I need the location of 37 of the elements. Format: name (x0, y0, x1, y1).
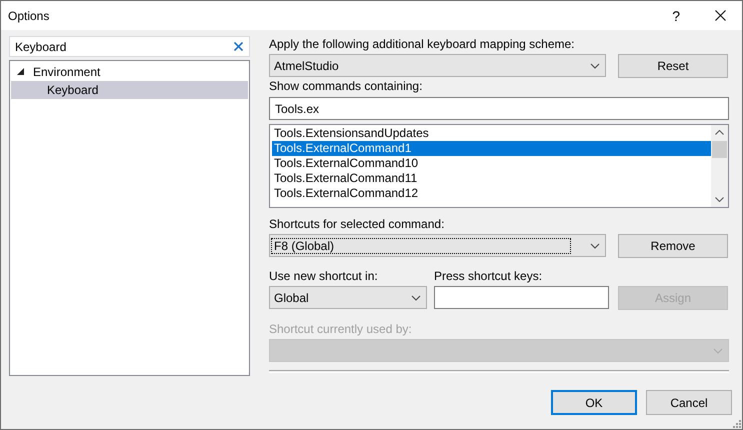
scroll-down-icon[interactable] (715, 197, 724, 202)
chevron-down-icon (590, 62, 600, 68)
dialog-button[interactable]: OK (551, 390, 637, 415)
scrollbar[interactable] (711, 125, 728, 207)
chevron-down-icon (411, 294, 421, 300)
used-by-label: Shortcut currently used by: (269, 322, 413, 337)
shortcut-keys-field[interactable] (434, 286, 609, 309)
scroll-up-icon[interactable] (715, 130, 724, 135)
scroll-thumb[interactable] (712, 141, 727, 158)
tree-item[interactable]: Keyboard (11, 81, 248, 99)
command-item[interactable]: Tools.ExtensionsandUpdates (272, 126, 711, 141)
remove-button[interactable]: Remove (618, 234, 728, 258)
resize-grip-icon (733, 420, 741, 428)
reset-button[interactable]: Reset (618, 54, 728, 78)
chevron-down-icon (713, 348, 723, 354)
keys-label: Press shortcut keys: (434, 269, 544, 284)
help-button[interactable]: ? (672, 8, 680, 24)
window-title: Options (8, 8, 50, 22)
command-item[interactable]: Tools.ExternalCommand12 (272, 186, 711, 201)
command-item[interactable]: Tools.ExternalCommand10 (272, 156, 711, 171)
tree-item[interactable]: Environment (11, 63, 248, 81)
scope-label: Use new shortcut in: (269, 269, 379, 284)
mapping-label: Apply the following additional keyboard mapping scheme: (269, 37, 576, 52)
chevron-down-icon (590, 242, 600, 248)
close-icon[interactable] (715, 10, 726, 21)
commands-label: Show commands containing: (269, 79, 424, 94)
dialog-button[interactable]: Cancel (646, 390, 732, 415)
scheme-dropdown[interactable]: AtmelStudio (269, 54, 606, 77)
search-field[interactable]: Keyboard (9, 36, 250, 57)
command-item[interactable]: Tools.ExternalCommand11 (272, 171, 711, 186)
command-filter-field[interactable]: Tools.ex (269, 97, 729, 120)
expanded-triangle-icon[interactable] (17, 68, 25, 76)
scope-dropdown[interactable]: Global (269, 286, 427, 309)
shortcuts-dropdown[interactable]: F8 (Global) (269, 234, 606, 257)
clear-icon[interactable] (234, 42, 243, 51)
shortcuts-label: Shortcuts for selected command: (269, 217, 446, 232)
command-item[interactable]: Tools.ExternalCommand1 (272, 141, 711, 156)
